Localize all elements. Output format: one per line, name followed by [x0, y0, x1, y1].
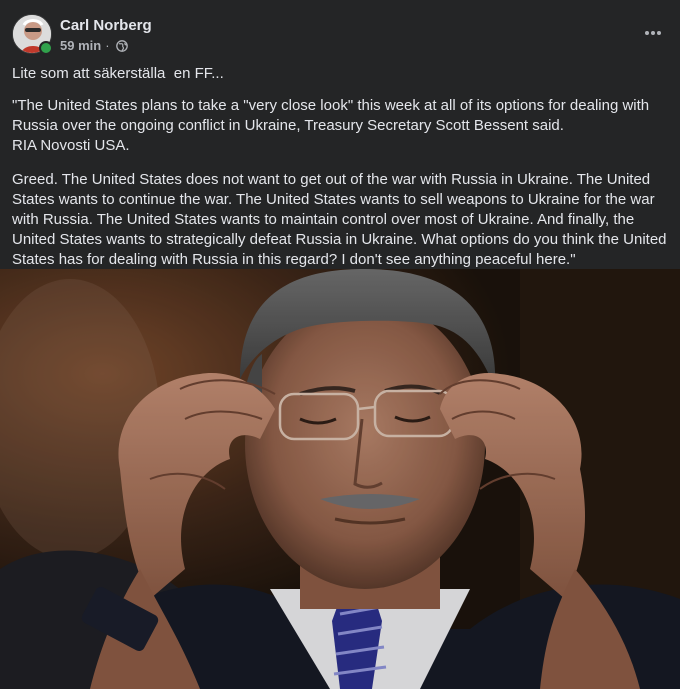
- online-status-dot: [39, 41, 53, 55]
- post-paragraph: "The United States plans to take a "very…: [12, 97, 650, 154]
- post-paragraph: Lite som att säkerställa en FF...: [12, 65, 224, 82]
- author-name[interactable]: Carl Norberg: [60, 17, 152, 34]
- post-paragraph: Greed. The United States does not want t…: [12, 171, 671, 268]
- more-options-button[interactable]: [638, 18, 668, 48]
- post-header: Carl Norberg 59 min ·: [0, 0, 680, 60]
- globe-icon[interactable]: [115, 39, 128, 52]
- post-body: Lite som att säkerställa en FF... "The U…: [0, 64, 680, 270]
- post-timestamp[interactable]: 59 min: [60, 38, 101, 53]
- meta-separator: ·: [105, 38, 110, 53]
- more-options-icon: [645, 31, 661, 35]
- post-card: Carl Norberg 59 min · Lite som att säker…: [0, 0, 680, 689]
- post-meta: 59 min ·: [60, 38, 128, 53]
- post-photo[interactable]: [0, 269, 680, 689]
- avatar-wrapper[interactable]: [12, 14, 53, 55]
